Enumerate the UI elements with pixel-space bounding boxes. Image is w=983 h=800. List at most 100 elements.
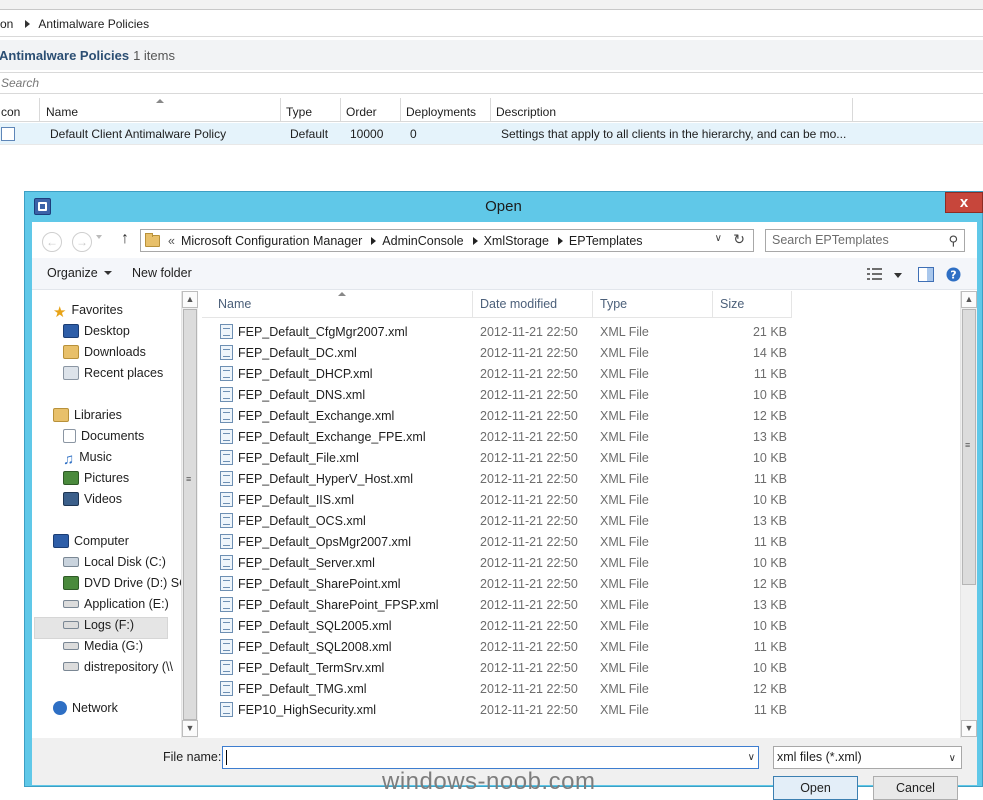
file-date: 2012-11-21 22:50	[480, 703, 578, 717]
list-item[interactable]: FEP_Default_IIS.xml 2012-11-21 22:50 XML F…	[202, 490, 962, 511]
chevron-right-icon[interactable]	[557, 236, 563, 245]
address-bar[interactable]: « Microsoft Configuration Manager AdminC…	[140, 229, 754, 252]
list-item[interactable]: FEP_Default_SQL2005.xml 2012-11-21 22:50 X…	[202, 616, 962, 637]
nav-dvd-drive[interactable]: DVD Drive (D:) SC	[63, 573, 188, 594]
column-type[interactable]: Type	[593, 291, 713, 318]
column-icon[interactable]: con	[0, 98, 40, 122]
xml-file-icon	[220, 660, 233, 675]
column-type[interactable]: Type	[281, 98, 341, 122]
chevron-down-icon[interactable]: ∨	[715, 233, 722, 244]
file-size: 10 KB	[752, 451, 787, 465]
organize-button[interactable]: Organize	[47, 266, 112, 280]
nav-music[interactable]: ♫ Music	[63, 447, 112, 468]
list-item[interactable]: FEP_Default_OpsMgr2007.xml 2012-11-21 22:…	[202, 532, 962, 553]
scroll-down-icon[interactable]: ▼	[961, 720, 977, 737]
list-item[interactable]: FEP_Default_Server.xml 2012-11-21 22:50 XM…	[202, 553, 962, 574]
address-segment[interactable]: AdminConsole	[382, 234, 478, 248]
nav-logs-drive[interactable]: Logs (F:)	[63, 615, 134, 636]
console-search-input[interactable]: Search	[0, 72, 983, 94]
new-folder-button[interactable]: New folder	[132, 266, 192, 280]
nav-desktop[interactable]: Desktop	[63, 321, 130, 342]
file-size: 13 KB	[752, 514, 787, 528]
chevron-right-icon[interactable]	[371, 236, 377, 245]
recent-locations-icon[interactable]	[96, 235, 102, 239]
scroll-thumb[interactable]	[183, 309, 197, 720]
xml-file-icon	[220, 513, 233, 528]
file-type-select[interactable]: xml files (*.xml) ∨	[773, 746, 962, 769]
organize-label: Organize	[47, 266, 98, 280]
column-deployments[interactable]: Deployments	[401, 98, 491, 122]
search-icon[interactable]: ⚲	[948, 230, 958, 251]
list-item[interactable]: FEP_Default_TermSrv.xml 2012-11-21 22:50 X…	[202, 658, 962, 679]
nav-distrepository[interactable]: distrepository (\\	[63, 657, 173, 678]
address-segment[interactable]: XmlStorage	[484, 234, 563, 248]
nav-network[interactable]: Network	[53, 698, 118, 719]
list-item[interactable]: FEP_Default_DC.xml 2012-11-21 22:50 XML Fi…	[202, 343, 962, 364]
nav-recent-places[interactable]: Recent places	[63, 363, 163, 384]
nav-downloads[interactable]: Downloads	[63, 342, 146, 363]
cancel-button[interactable]: Cancel	[873, 776, 958, 800]
nav-local-disk[interactable]: Local Disk (C:)	[63, 552, 166, 573]
file-list-scrollbar[interactable]: ▲ ≡ ▼	[960, 291, 977, 738]
file-name-input[interactable]: ∨	[222, 746, 759, 769]
preview-pane-icon[interactable]	[918, 267, 934, 285]
nav-label: Desktop	[84, 324, 130, 338]
list-item[interactable]: FEP_Default_Exchange.xml 2012-11-21 22:50…	[202, 406, 962, 427]
column-size[interactable]: Size	[713, 291, 792, 318]
address-segment[interactable]: EPTemplates	[569, 234, 643, 248]
help-icon[interactable]: ?	[946, 267, 961, 285]
breadcrumb-item[interactable]: on	[0, 17, 13, 31]
column-date-modified[interactable]: Date modified	[473, 291, 593, 318]
open-button[interactable]: Open	[773, 776, 858, 800]
forward-icon[interactable]: →	[72, 232, 92, 252]
xml-file-icon	[220, 702, 233, 717]
list-item[interactable]: FEP_Default_CfgMgr2007.xml 2012-11-21 22:…	[202, 322, 962, 343]
chevron-right-icon[interactable]	[472, 236, 478, 245]
back-icon[interactable]: ←	[42, 232, 62, 252]
list-item[interactable]: FEP_Default_File.xml 2012-11-21 22:50 XML …	[202, 448, 962, 469]
xml-file-icon	[220, 345, 233, 360]
list-item[interactable]: FEP_Default_SharePoint_FPSP.xml 2012-11-2…	[202, 595, 962, 616]
nav-media-drive[interactable]: Media (G:)	[63, 636, 143, 657]
scroll-down-icon[interactable]: ▼	[182, 720, 198, 737]
list-item[interactable]: FEP_Default_DHCP.xml 2012-11-21 22:50 XML …	[202, 364, 962, 385]
nav-favorites[interactable]: ★ Favorites	[53, 300, 123, 321]
scroll-up-icon[interactable]: ▲	[182, 291, 198, 308]
column-description[interactable]: Description	[491, 98, 853, 122]
view-options-icon[interactable]	[894, 273, 902, 278]
nav-computer[interactable]: Computer	[53, 531, 129, 552]
table-row[interactable]: Default Client Antimalware Policy Defaul…	[0, 123, 983, 145]
file-list: Name Date modified Type Size FEP_Default…	[202, 291, 962, 738]
grip-icon: ≡	[186, 474, 192, 484]
list-item[interactable]: FEP_Default_TMG.xml 2012-11-21 22:50 XML F…	[202, 679, 962, 700]
list-item[interactable]: FEP_Default_Exchange_FPE.xml 2012-11-21 2…	[202, 427, 962, 448]
file-name: FEP_Default_CfgMgr2007.xml	[238, 325, 408, 339]
file-name-cell: FEP_Default_OpsMgr2007.xml	[220, 532, 411, 553]
file-name: FEP_Default_SharePoint.xml	[238, 577, 401, 591]
nav-pictures[interactable]: Pictures	[63, 468, 129, 489]
list-item[interactable]: FEP_Default_SharePoint.xml 2012-11-21 22:…	[202, 574, 962, 595]
list-item[interactable]: FEP_Default_HyperV_Host.xml 2012-11-21 22…	[202, 469, 962, 490]
breadcrumb-item[interactable]: Antimalware Policies	[38, 17, 149, 31]
up-icon[interactable]: ↑	[121, 230, 129, 248]
nav-documents[interactable]: Documents	[63, 426, 144, 447]
nav-scrollbar[interactable]: ▲ ≡ ▼	[181, 291, 198, 738]
address-segment[interactable]: Microsoft Configuration Manager	[181, 234, 377, 248]
open-dialog: Open x ← → ↑ « Microsoft Configuration M…	[24, 191, 983, 800]
nav-libraries[interactable]: Libraries	[53, 405, 122, 426]
list-item[interactable]: FEP10_HighSecurity.xml 2012-11-21 22:50 XM…	[202, 700, 962, 721]
scroll-up-icon[interactable]: ▲	[961, 291, 977, 308]
chevron-down-icon[interactable]: ∨	[748, 752, 755, 763]
list-item[interactable]: FEP_Default_SQL2008.xml 2012-11-21 22:50 X…	[202, 637, 962, 658]
search-input[interactable]: Search EPTemplates ⚲	[765, 229, 965, 252]
nav-videos[interactable]: Videos	[63, 489, 122, 510]
column-order[interactable]: Order	[341, 98, 401, 122]
address-overflow[interactable]: «	[168, 234, 175, 248]
close-button[interactable]: x	[945, 192, 983, 213]
refresh-icon[interactable]: ↻	[733, 231, 745, 248]
file-name: FEP_Default_DNS.xml	[238, 388, 366, 402]
list-item[interactable]: FEP_Default_DNS.xml 2012-11-21 22:50 XML F…	[202, 385, 962, 406]
view-details-icon[interactable]	[867, 267, 883, 284]
nav-application-drive[interactable]: Application (E:)	[63, 594, 169, 615]
list-item[interactable]: FEP_Default_OCS.xml 2012-11-21 22:50 XML F…	[202, 511, 962, 532]
